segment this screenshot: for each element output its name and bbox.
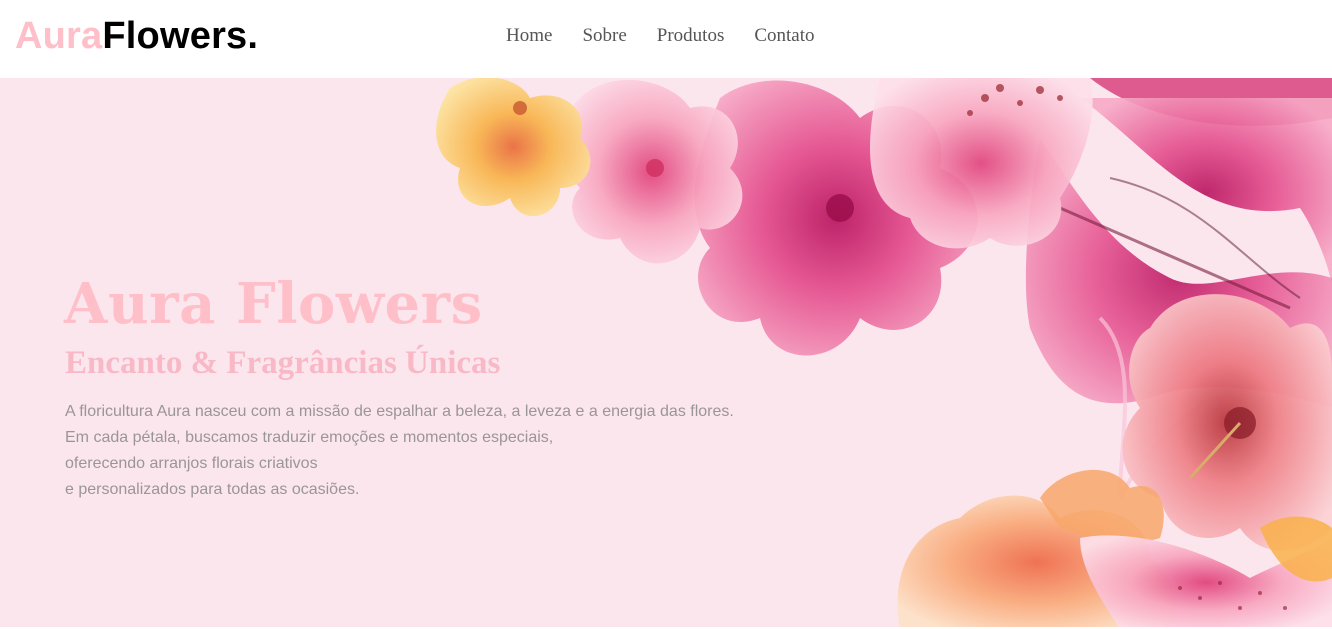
nav-link-produtos[interactable]: Produtos [657, 24, 725, 48]
hero-description-line: e personalizados para todas as ocasiões. [65, 481, 360, 498]
hero-subtitle: Encanto & Fragrâncias Únicas [65, 345, 501, 381]
hero-description-line: oferecendo arranjos florais criativos [65, 455, 318, 472]
nav-link-contato[interactable]: Contato [754, 24, 814, 48]
hero-section: Aura Flowers Encanto & Fragrâncias Única… [0, 78, 1332, 629]
hero-description-line: A floricultura Aura nasceu com a missão … [65, 403, 734, 420]
logo-part-flowers: Flowers. [102, 15, 259, 57]
hero-title: Aura Flowers [64, 271, 483, 337]
nav-link-sobre[interactable]: Sobre [582, 24, 626, 48]
site-header: AuraFlowers. Home Sobre Produtos Contato [0, 0, 1332, 78]
flower-yellow [436, 78, 591, 216]
hero-description-line: Em cada pétala, buscamos traduzir emoçõe… [65, 429, 554, 446]
hero-description: A floricultura Aura nasceu com a missão … [65, 399, 825, 503]
logo[interactable]: AuraFlowers. [15, 12, 258, 62]
logo-part-aura: Aura [15, 15, 103, 57]
nav-link-home[interactable]: Home [506, 24, 552, 48]
main-nav: Home Sobre Produtos Contato [506, 24, 815, 48]
